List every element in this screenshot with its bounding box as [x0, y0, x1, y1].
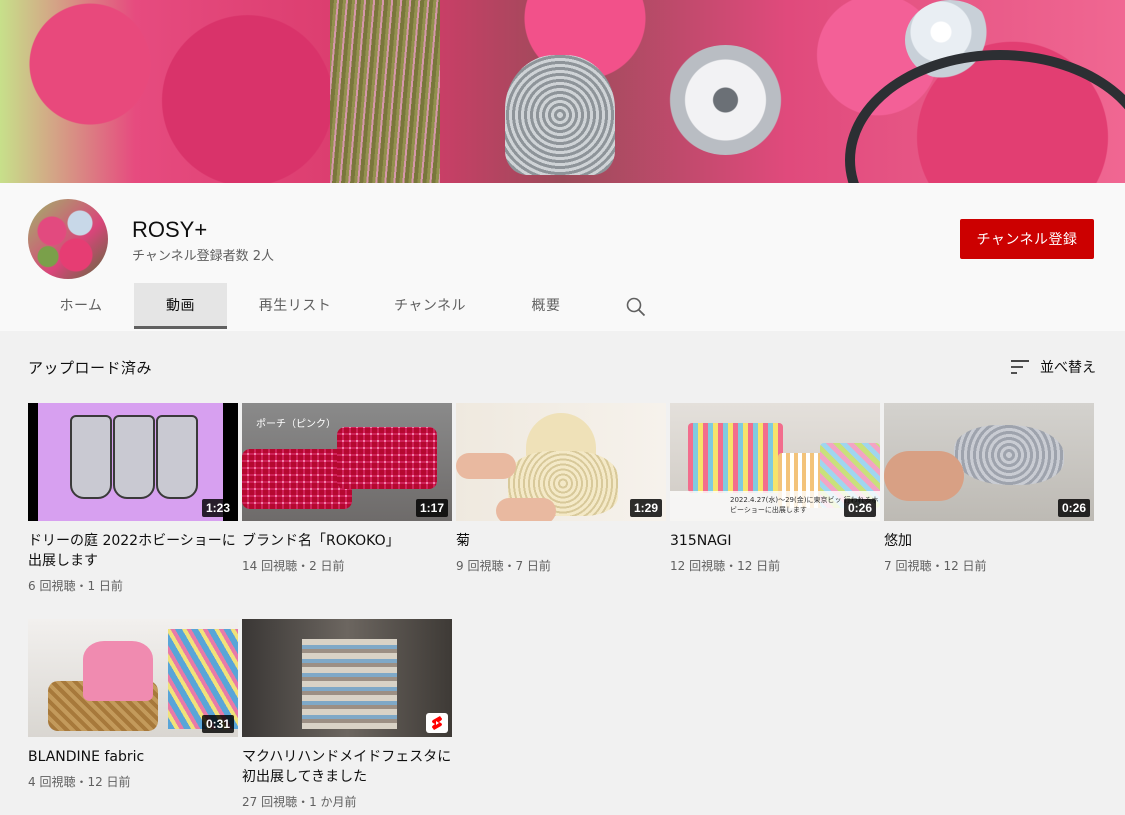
video-title[interactable]: ドリーの庭 2022ホビーショーに出展します	[28, 531, 238, 571]
banner-hair-tie	[845, 50, 1125, 183]
video-duration: 0:31	[201, 715, 234, 733]
banner-flower-button	[668, 45, 783, 155]
video-card[interactable]: 1:23 ドリーの庭 2022ホビーショーに出展します 6 回視聴・1 日前	[28, 403, 238, 594]
section-title: アップロード済み	[28, 359, 153, 377]
channel-banner	[0, 0, 1125, 183]
subscriber-count: チャンネル登録者数 2人	[132, 249, 275, 264]
tab-videos[interactable]: 動画	[134, 283, 227, 329]
video-thumbnail[interactable]: 0:26	[884, 403, 1094, 521]
video-title[interactable]: ブランド名「ROKOKO」	[242, 531, 452, 551]
videos-section: アップロード済み 並べ替え 1:23 ドリーの庭 2022ホビーショーに出展しま…	[0, 331, 1125, 815]
channel-header: ROSY+ チャンネル登録者数 2人 チャンネル登録 ホーム 動画 再生リスト …	[0, 183, 1125, 331]
video-title[interactable]: 菊	[456, 531, 666, 551]
video-duration: 0:26	[1057, 499, 1090, 517]
video-meta: 9 回視聴・7 日前	[456, 559, 551, 573]
video-thumbnail[interactable]: 0:31	[28, 619, 238, 737]
banner-thimble	[505, 55, 615, 175]
video-title[interactable]: 悠加	[884, 531, 1094, 551]
video-thumbnail[interactable]: 1:29	[456, 403, 666, 521]
banner-tassel	[330, 0, 440, 183]
video-duration: 1:17	[415, 499, 448, 517]
video-meta: 7 回視聴・12 日前	[884, 559, 987, 573]
video-card[interactable]: ポーチ（ピンク） 1:17 ブランド名「ROKOKO」 14 回視聴・2 日前	[242, 403, 452, 574]
video-card[interactable]: 1:29 菊 9 回視聴・7 日前	[456, 403, 666, 574]
shorts-icon	[426, 713, 448, 733]
tab-about[interactable]: 概要	[516, 283, 576, 329]
video-duration: 1:23	[201, 499, 234, 517]
video-card[interactable]: 2022.4.27(水)〜29(金)に東京ビッ 行われるホビーショーに出展します…	[670, 403, 880, 574]
video-meta: 12 回視聴・12 日前	[670, 559, 781, 573]
video-title[interactable]: 315NAGI	[670, 531, 880, 551]
tab-home[interactable]: ホーム	[28, 283, 134, 329]
video-duration: 0:26	[843, 499, 876, 517]
channel-avatar[interactable]	[28, 199, 108, 279]
video-thumbnail[interactable]: 2022.4.27(水)〜29(金)に東京ビッ 行われるホビーショーに出展します…	[670, 403, 880, 521]
video-title[interactable]: マクハリハンドメイドフェスタに初出展してきました	[242, 747, 452, 787]
video-meta: 6 回視聴・1 日前	[28, 579, 123, 593]
video-title[interactable]: BLANDINE fabric	[28, 747, 238, 767]
subscribe-button[interactable]: チャンネル登録	[960, 219, 1094, 259]
video-card[interactable]: 0:31 BLANDINE fabric 4 回視聴・12 日前	[28, 619, 238, 790]
video-card[interactable]: 0:26 悠加 7 回視聴・12 日前	[884, 403, 1094, 574]
tab-channels[interactable]: チャンネル	[380, 283, 480, 329]
sort-button[interactable]: 並べ替え	[1010, 357, 1096, 377]
video-thumbnail[interactable]	[242, 619, 452, 737]
thumbnail-caption: ポーチ（ピンク）	[256, 419, 336, 430]
channel-name: ROSY+	[132, 217, 208, 242]
sort-label: 並べ替え	[1040, 360, 1096, 376]
tab-playlists[interactable]: 再生リスト	[240, 283, 350, 329]
video-thumbnail[interactable]: ポーチ（ピンク） 1:17	[242, 403, 452, 521]
video-meta: 14 回視聴・2 日前	[242, 559, 345, 573]
video-meta: 27 回視聴・1 か月前	[242, 795, 357, 809]
video-card[interactable]: マクハリハンドメイドフェスタに初出展してきました 27 回視聴・1 か月前	[242, 619, 452, 810]
video-duration: 1:29	[629, 499, 662, 517]
video-meta: 4 回視聴・12 日前	[28, 775, 131, 789]
search-icon[interactable]	[626, 297, 646, 317]
sort-icon	[1010, 359, 1030, 375]
video-thumbnail[interactable]: 1:23	[28, 403, 238, 521]
